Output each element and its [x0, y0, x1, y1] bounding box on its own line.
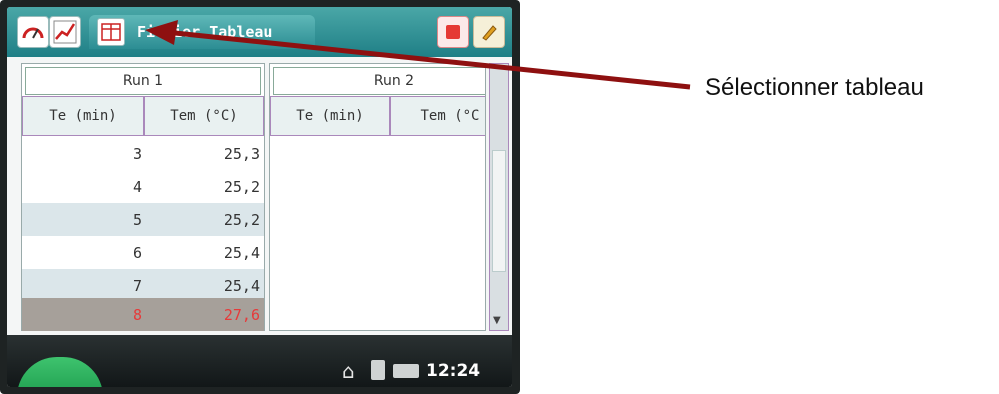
- annotation-arrow: [145, 20, 691, 90]
- annotation-label: Sélectionner tableau: [705, 74, 924, 101]
